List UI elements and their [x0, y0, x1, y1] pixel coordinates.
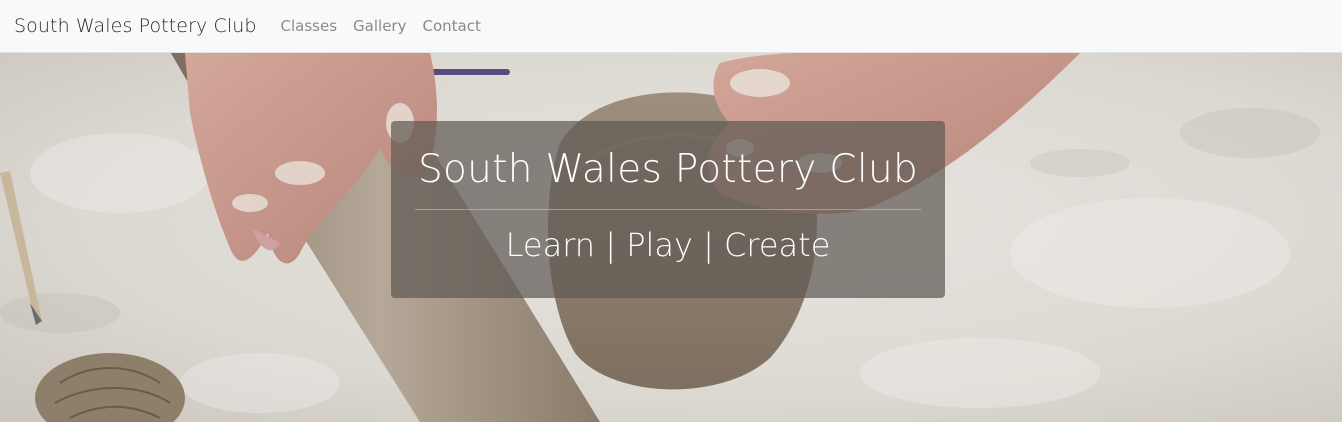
nav-link-gallery[interactable]: Gallery [345, 17, 414, 35]
top-navbar: South Wales Pottery Club Classes Gallery… [0, 0, 1342, 53]
nav-link-contact[interactable]: Contact [414, 17, 488, 35]
nav-links: Classes Gallery Contact [273, 17, 489, 35]
brand-link[interactable]: South Wales Pottery Club [14, 15, 257, 37]
hero-subtitle: Learn | Play | Create [505, 226, 831, 264]
hero-title: South Wales Pottery Club [417, 147, 919, 192]
hero-overlay-box: South Wales Pottery Club Learn | Play | … [391, 121, 945, 298]
hero-banner: South Wales Pottery Club Learn | Play | … [0, 53, 1342, 422]
nav-link-classes[interactable]: Classes [273, 17, 346, 35]
